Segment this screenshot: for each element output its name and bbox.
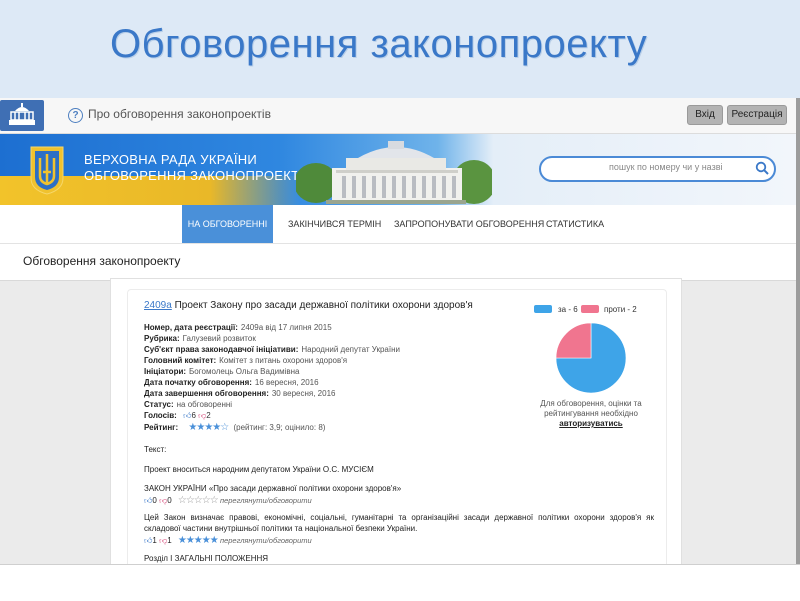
nav-item-propose[interactable]: ЗАПРОПОНУВАТИ ОБГОВОРЕННЯ bbox=[394, 205, 544, 243]
legend-for-label: за - 6 bbox=[558, 305, 578, 314]
legend-for-swatch bbox=[534, 305, 552, 313]
bill-number-link[interactable]: 2409а bbox=[144, 300, 172, 311]
header-title-line1: ВЕРХОВНА РАДА УКРАЇНИ bbox=[84, 152, 258, 167]
meta-value: на обговоренні bbox=[176, 400, 233, 409]
meta-row: Головний комітет: Комітет з питань охорон… bbox=[144, 356, 347, 365]
auth-note-text: Для обговорення, оцінки та рейтингування… bbox=[540, 399, 642, 418]
meta-row: Рубрика: Галузевий розвиток bbox=[144, 334, 256, 343]
meta-label: Ініціатори: bbox=[144, 367, 187, 376]
rating-stars[interactable]: ★★★★★ bbox=[178, 535, 219, 546]
coat-of-arms-icon bbox=[30, 146, 64, 195]
thumbs-down-icon[interactable]: 👎︎ bbox=[159, 536, 167, 545]
rating-label: Рейтинг: bbox=[144, 423, 179, 432]
meta-row: Суб'єкт права законодавчої ініціативи: На… bbox=[144, 345, 400, 354]
meta-label: Статус: bbox=[144, 400, 174, 409]
paragraph: Цей Закон визначає правові, економічні, … bbox=[144, 513, 654, 533]
rating-row: Рейтинг: ★★★★☆ (рейтинг: 3,9; оцінило: 8… bbox=[144, 422, 325, 433]
register-button[interactable]: Реєстрація bbox=[727, 105, 787, 125]
page-title: Обговорення законопроекту bbox=[23, 254, 181, 268]
para-actions: 👍︎1 👎︎1 ★★★★★ переглянути/обговорити bbox=[144, 535, 312, 546]
discuss-link[interactable]: переглянути/обговорити bbox=[220, 536, 312, 545]
meta-label: Дата початку обговорення: bbox=[144, 378, 252, 387]
meta-value: Народний депутат України bbox=[301, 345, 400, 354]
meta-value: Комітет з питань охорони здоров'я bbox=[219, 356, 348, 365]
about-discussion-link[interactable]: Про обговорення законопроектів bbox=[88, 107, 271, 121]
website-screenshot: ? Про обговорення законопроектів Вхід Ре… bbox=[0, 98, 800, 564]
meta-row: Дата завершення обговорення: 30 вересня, … bbox=[144, 389, 335, 398]
votes-against: 2 bbox=[206, 411, 211, 420]
parliament-logo-icon[interactable] bbox=[0, 100, 44, 131]
meta-value: 16 вересня, 2016 bbox=[254, 378, 319, 387]
law-votes-against: 0 bbox=[167, 496, 172, 505]
meta-value: Богомолець Ольга Вадимівна bbox=[189, 367, 300, 376]
parliament-building-image bbox=[296, 141, 492, 204]
search-placeholder: пошук по номеру чи у назві bbox=[609, 162, 723, 172]
meta-value: 30 вересня, 2016 bbox=[271, 389, 336, 398]
authorize-link[interactable]: авторизуватись bbox=[559, 419, 622, 428]
bill-card-inner: 2409а Проект Закону про засади державної… bbox=[127, 289, 667, 564]
auth-note: Для обговорення, оцінки та рейтингування… bbox=[528, 399, 654, 429]
nav-item-on-discussion[interactable]: НА ОБГОВОРЕННІ bbox=[182, 205, 273, 243]
search-icon[interactable] bbox=[755, 161, 769, 175]
question-icon[interactable]: ? bbox=[68, 108, 83, 123]
meta-row: Дата початку обговорення: 16 вересня, 201… bbox=[144, 378, 319, 387]
top-bar: ? Про обговорення законопроектів Вхід Ре… bbox=[0, 98, 796, 134]
pie-slice-against bbox=[555, 322, 592, 359]
rating-text: (рейтинг: 3,9; оцінило: 8) bbox=[233, 423, 326, 432]
discuss-link[interactable]: переглянути/обговорити bbox=[220, 496, 312, 505]
rating-stars: ★★★★☆ bbox=[188, 422, 229, 433]
main-nav: НА ОБГОВОРЕННІ ЗАКІНЧИВСЯ ТЕРМІН ЗАПРОПО… bbox=[0, 205, 796, 244]
section-heading: Розділ I ЗАГАЛЬНІ ПОЛОЖЕННЯ bbox=[144, 554, 269, 563]
legend-against-swatch bbox=[581, 305, 599, 313]
meta-label: Головний комітет: bbox=[144, 356, 217, 365]
nav-item-expired[interactable]: ЗАКІНЧИВСЯ ТЕРМІН bbox=[288, 205, 381, 243]
law-votes-for: 0 bbox=[152, 496, 157, 505]
meta-row: Ініціатори: Богомолець Ольга Вадимівна bbox=[144, 367, 300, 376]
header-title-line2: ОБГОВОРЕННЯ ЗАКОНОПРОЕКТІВ bbox=[84, 168, 297, 183]
votes-row: Голосів: 👍︎6 👎︎2 bbox=[144, 411, 211, 421]
header-banner: ВЕРХОВНА РАДА УКРАЇНИ ОБГОВОРЕННЯ ЗАКОНО… bbox=[0, 134, 796, 205]
votes-label: Голосів: bbox=[144, 411, 177, 420]
rating-stars[interactable]: ☆☆☆☆☆ bbox=[178, 495, 219, 506]
meta-value: Галузевий розвиток bbox=[182, 334, 256, 343]
meta-row: Номер, дата реєстрації: 2409а від 17 липн… bbox=[144, 323, 332, 332]
text-intro: Проект вноситься народним депутатом Укра… bbox=[144, 465, 374, 474]
page-title-row: Обговорення законопроекту bbox=[0, 244, 796, 281]
votes-pie-chart bbox=[555, 322, 627, 394]
meta-label: Суб'єкт права законодавчої ініціативи: bbox=[144, 345, 299, 354]
law-title-actions: 👍︎0 👎︎0 ☆☆☆☆☆ переглянути/обговорити bbox=[144, 495, 312, 506]
login-button[interactable]: Вхід bbox=[687, 105, 723, 125]
search-input[interactable]: пошук по номеру чи у назві bbox=[539, 156, 776, 182]
slide-footer bbox=[0, 564, 800, 601]
para-votes-for: 1 bbox=[152, 536, 157, 545]
thumbs-down-icon[interactable]: 👎︎ bbox=[159, 496, 167, 505]
bill-title: Проект Закону про засади державної політ… bbox=[171, 300, 473, 311]
meta-label: Номер, дата реєстрації: bbox=[144, 323, 238, 332]
law-title: ЗАКОН УКРАЇНИ «Про засади державної полі… bbox=[144, 484, 402, 493]
votes-for: 6 bbox=[191, 411, 196, 420]
slide-title: Обговорення законопроекту bbox=[110, 22, 648, 66]
para-votes-against: 1 bbox=[167, 536, 172, 545]
bill-heading: 2409а Проект Закону про засади державної… bbox=[144, 300, 473, 311]
meta-label: Дата завершення обговорення: bbox=[144, 389, 269, 398]
window-edge bbox=[796, 98, 800, 564]
meta-label: Рубрика: bbox=[144, 334, 180, 343]
legend-against-label: проти - 2 bbox=[604, 305, 637, 314]
meta-value: 2409а від 17 липня 2015 bbox=[240, 323, 332, 332]
bill-card: 2409а Проект Закону про засади державної… bbox=[110, 278, 682, 564]
meta-row: Статус: на обговоренні bbox=[144, 400, 232, 409]
text-heading: Текст: bbox=[144, 445, 167, 454]
nav-item-statistics[interactable]: СТАТИСТИКА bbox=[546, 205, 604, 243]
